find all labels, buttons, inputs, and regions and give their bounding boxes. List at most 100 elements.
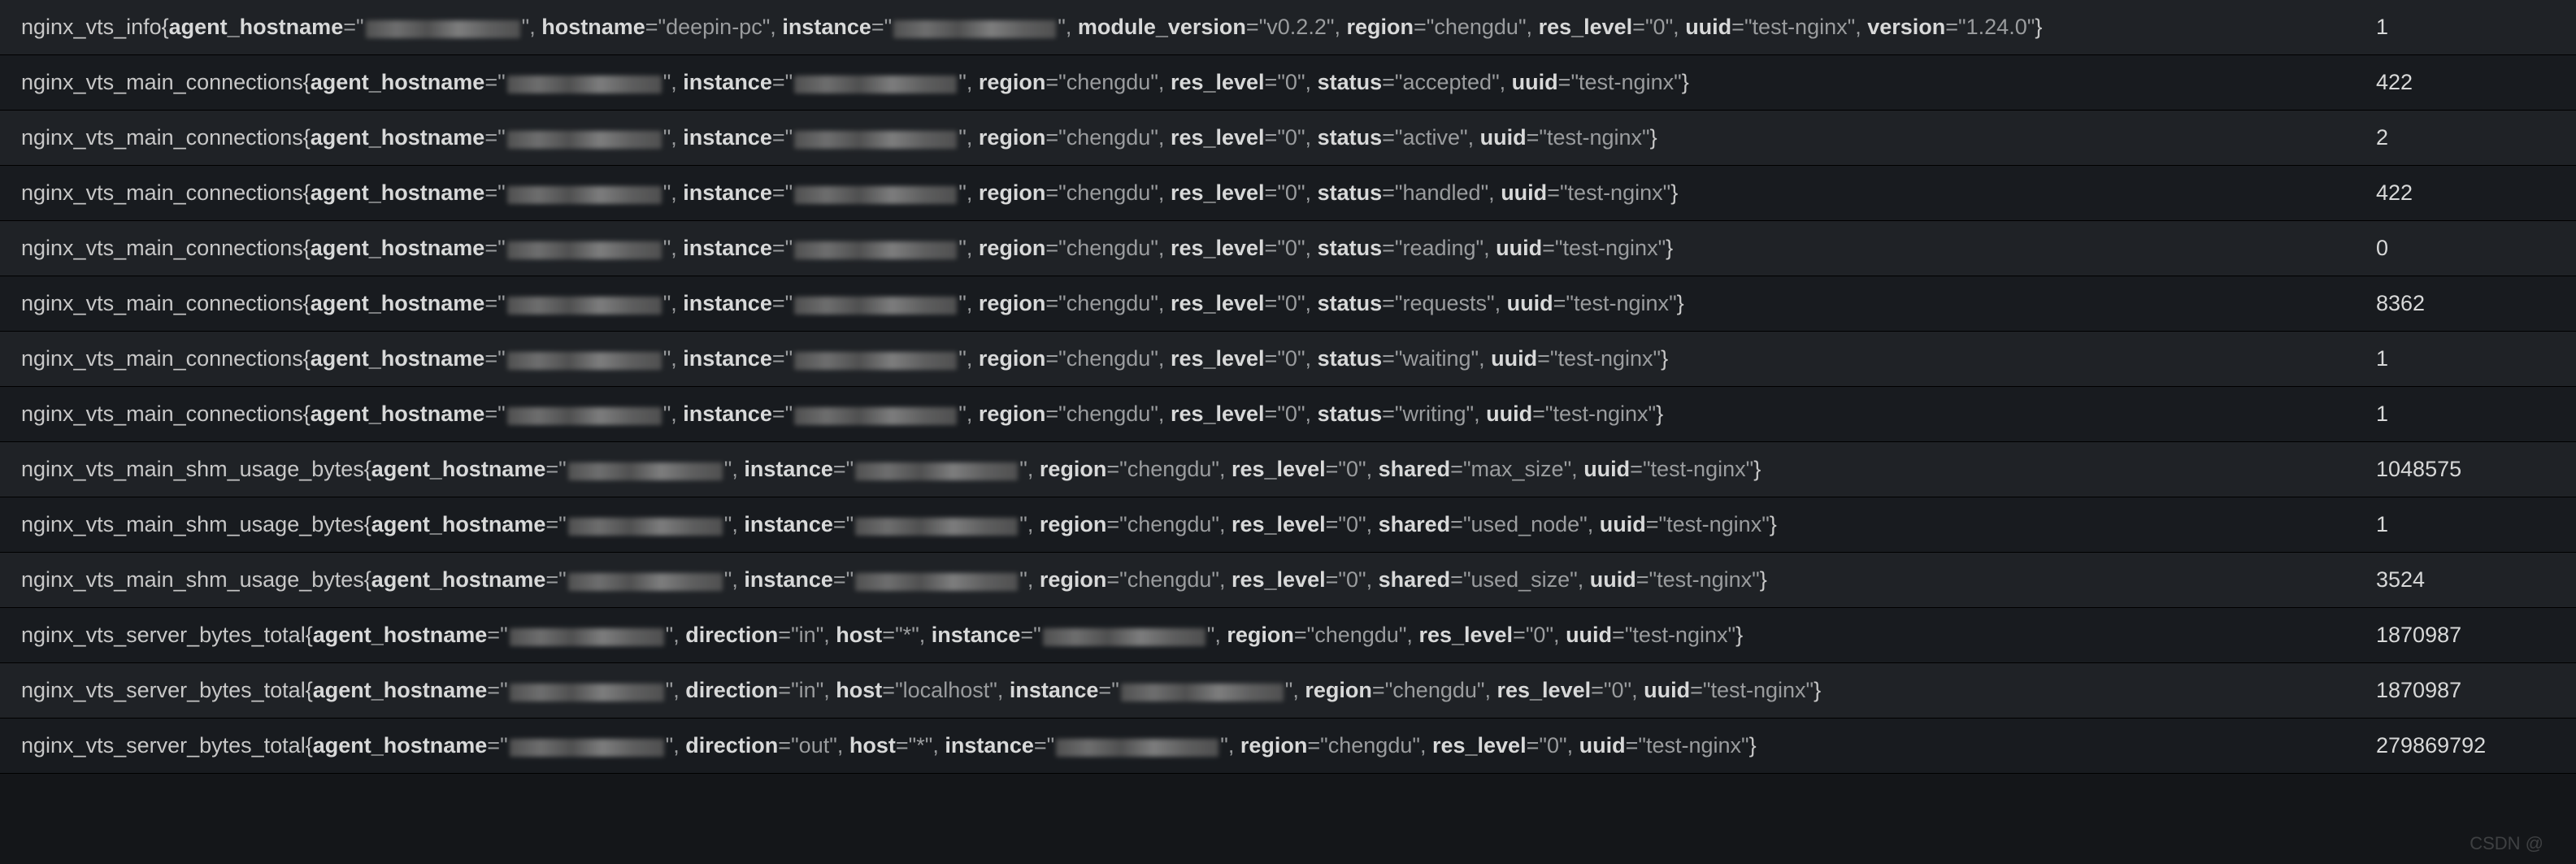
label-key: agent_hostname — [371, 457, 546, 481]
label-value: chengdu — [1127, 457, 1212, 481]
comma: , — [967, 125, 979, 150]
comma: , — [1305, 70, 1318, 94]
label-key: uuid — [1496, 236, 1542, 260]
equals-sign: = — [1945, 15, 1958, 39]
quote: " — [1412, 733, 1420, 758]
metric-row[interactable]: nginx_vts_main_shm_usage_bytes{agent_hos… — [0, 442, 2576, 497]
label-key: uuid — [1644, 678, 1690, 702]
label-key: agent_hostname — [169, 15, 344, 39]
quote: " — [663, 70, 671, 94]
metric-row[interactable]: nginx_vts_main_connections{agent_hostnam… — [0, 387, 2576, 442]
equals-sign: = — [1542, 236, 1555, 260]
metric-row[interactable]: nginx_vts_info{agent_hostname="", hostna… — [0, 0, 2576, 55]
quote: " — [958, 125, 967, 150]
metric-cell: nginx_vts_main_connections{agent_hostnam… — [0, 332, 2355, 387]
label-value: chengdu — [1066, 70, 1151, 94]
metric-row[interactable]: nginx_vts_main_connections{agent_hostnam… — [0, 332, 2576, 387]
metric-row[interactable]: nginx_vts_main_shm_usage_bytes{agent_hos… — [0, 553, 2576, 608]
label-key: status — [1318, 346, 1383, 371]
brace-open: { — [364, 457, 371, 481]
quote: " — [1058, 70, 1066, 94]
metric-name: nginx_vts_main_shm_usage_bytes — [21, 567, 364, 592]
quote: " — [724, 457, 732, 481]
label-value: deepin-pc — [666, 15, 762, 39]
redacted-value — [1043, 628, 1205, 646]
metric-cell: nginx_vts_server_bytes_total{agent_hostn… — [0, 719, 2355, 774]
quote: " — [1399, 623, 1407, 647]
quote: " — [1150, 402, 1158, 426]
comma: , — [1553, 623, 1566, 647]
label-value: 0 — [1346, 567, 1358, 592]
equals-sign: = — [1045, 346, 1058, 371]
quote: " — [895, 678, 903, 702]
quote: " — [1058, 346, 1066, 371]
quote: " — [791, 733, 799, 758]
comma: , — [967, 346, 979, 371]
quote: " — [558, 512, 567, 536]
comma: , — [770, 15, 782, 39]
label-key: uuid — [1583, 457, 1630, 481]
label-key: agent_hostname — [311, 291, 485, 315]
quote: " — [1638, 733, 1646, 758]
label-value: 0 — [1285, 180, 1297, 205]
metric-name: nginx_vts_info — [21, 15, 162, 39]
label-key: instance — [683, 125, 772, 150]
label-key: direction — [685, 678, 778, 702]
brace-close: } — [1814, 678, 1821, 702]
metric-row[interactable]: nginx_vts_main_connections{agent_hostnam… — [0, 221, 2576, 276]
metric-value: 3524 — [2355, 553, 2576, 608]
metric-row[interactable]: nginx_vts_server_bytes_total{agent_hostn… — [0, 663, 2576, 719]
comma: , — [671, 346, 683, 371]
comma: , — [1366, 512, 1379, 536]
metric-row[interactable]: nginx_vts_main_connections{agent_hostnam… — [0, 111, 2576, 166]
label-value: test-nginx — [1657, 567, 1752, 592]
metric-row[interactable]: nginx_vts_main_shm_usage_bytes{agent_hos… — [0, 497, 2576, 553]
brace-open: { — [364, 567, 371, 592]
quote: " — [1481, 180, 1489, 205]
metric-row[interactable]: nginx_vts_server_bytes_total{agent_hostn… — [0, 719, 2576, 774]
redacted-value — [507, 186, 662, 204]
brace-open: { — [364, 512, 371, 536]
quote: " — [1545, 623, 1553, 647]
metric-value: 422 — [2355, 55, 2576, 111]
metric-row[interactable]: nginx_vts_main_connections{agent_hostnam… — [0, 166, 2576, 221]
label-key: instance — [683, 291, 772, 315]
quote: " — [1277, 70, 1285, 94]
label-key: uuid — [1486, 402, 1532, 426]
metric-row[interactable]: nginx_vts_main_connections{agent_hostnam… — [0, 55, 2576, 111]
quote: " — [1761, 512, 1770, 536]
quote: " — [785, 402, 793, 426]
label-key: instance — [683, 346, 772, 371]
redacted-value — [507, 241, 662, 259]
label-key: agent_hostname — [371, 512, 546, 536]
comma: , — [1292, 678, 1305, 702]
brace-open: { — [303, 402, 311, 426]
label-key: uuid — [1685, 15, 1731, 39]
equals-sign: = — [1265, 236, 1278, 260]
comma: , — [673, 733, 685, 758]
label-value: writing — [1402, 402, 1466, 426]
brace-close: } — [1670, 180, 1678, 205]
redacted-value — [507, 352, 662, 370]
quote: " — [497, 236, 506, 260]
label-value: chengdu — [1392, 678, 1477, 702]
label-key: uuid — [1491, 346, 1537, 371]
label-key: status — [1318, 70, 1383, 94]
metric-row[interactable]: nginx_vts_server_bytes_total{agent_hostn… — [0, 608, 2576, 663]
label-value: accepted — [1402, 70, 1492, 94]
quote: " — [558, 567, 567, 592]
quote: " — [497, 70, 506, 94]
brace-open: { — [162, 15, 169, 39]
metric-row[interactable]: nginx_vts_main_connections{agent_hostnam… — [0, 276, 2576, 332]
quote: " — [497, 180, 506, 205]
label-key: res_level — [1539, 15, 1633, 39]
comma: , — [1420, 733, 1432, 758]
quote: " — [1560, 180, 1568, 205]
quote: " — [1277, 180, 1285, 205]
label-key: res_level — [1432, 733, 1527, 758]
label-key: agent_hostname — [311, 402, 485, 426]
label-value: chengdu — [1066, 346, 1151, 371]
equals-sign: = — [1326, 567, 1339, 592]
quote: " — [1285, 678, 1293, 702]
equals-sign: = — [487, 678, 500, 702]
